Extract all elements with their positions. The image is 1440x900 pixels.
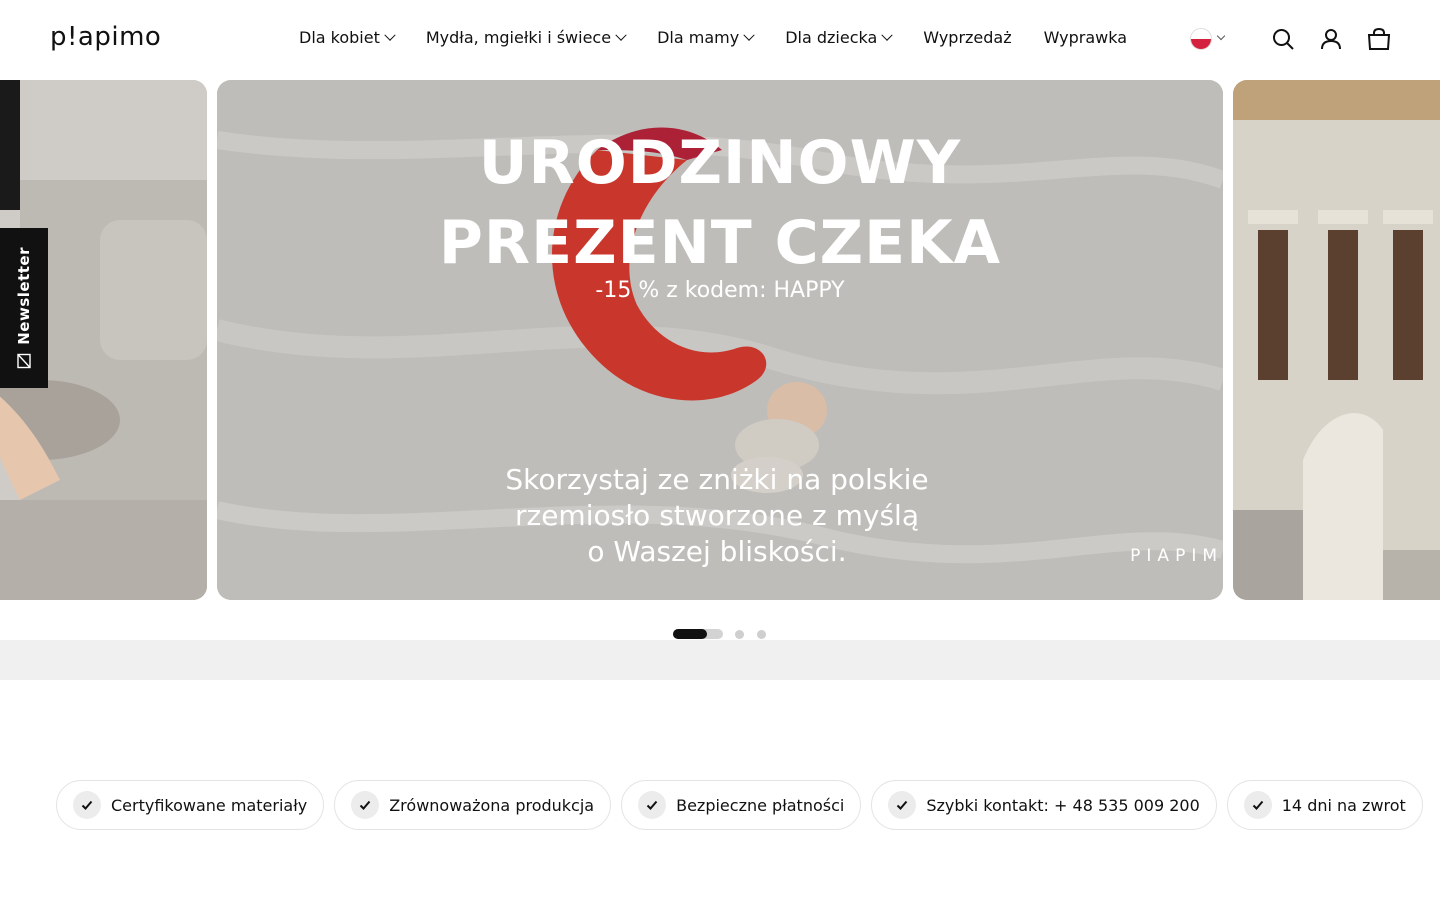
chevron-down-icon: [881, 29, 893, 41]
hero-body-text: Skorzystaj ze zniżki na polskie rzemiosł…: [467, 462, 967, 570]
newsletter-label: Newsletter: [15, 247, 33, 345]
site-logo[interactable]: p!apimo: [50, 22, 161, 52]
trust-badge-label: Certyfikowane materiały: [111, 795, 308, 815]
trust-badge-label: Zrównoważona produkcja: [389, 795, 595, 815]
section-divider-band: [0, 640, 1440, 680]
nav-item-dla-kobiet[interactable]: Dla kobiet: [299, 28, 396, 47]
trust-badge: 14 dni na zwrot: [1226, 780, 1423, 830]
nav-item-wyprzedaz[interactable]: Wyprzedaż: [923, 28, 1011, 47]
hero-body-line2: rzemiosło stworzone z myślą: [515, 499, 919, 532]
slide-image: [1233, 80, 1440, 600]
nav-item-mydla[interactable]: Mydła, mgiełki i świece: [425, 28, 627, 47]
hero-headline-line1: URODZINOWY: [478, 128, 962, 198]
nav-item-label: Wyprzedaż: [923, 28, 1012, 47]
trust-badge: Certyfikowane materiały: [56, 780, 325, 830]
slider-dot-3[interactable]: [757, 629, 766, 639]
trust-badge-label: Bezpieczne płatności: [676, 795, 845, 815]
nav-item-dla-mamy[interactable]: Dla mamy: [657, 28, 755, 47]
cart-icon: [1367, 27, 1391, 50]
slide-next[interactable]: [1233, 80, 1440, 600]
trust-badge: Szybki kontakt: + 48 535 009 200: [871, 780, 1217, 830]
search-button[interactable]: [1268, 24, 1298, 54]
check-icon: [1243, 791, 1272, 819]
slider-dot-2[interactable]: [735, 629, 744, 639]
chevron-down-icon: [615, 29, 627, 41]
hero-body-line3: o Waszej bliskości.: [587, 535, 847, 568]
trust-badge: Bezpieczne płatności: [621, 780, 862, 830]
nav-item-wyprawka[interactable]: Wyprawka: [1044, 28, 1127, 47]
nav-item-label: Dla mamy: [657, 28, 740, 47]
trust-badges: Certyfikowane materiały Zrównoważona pro…: [56, 780, 1433, 830]
trust-badge-label: Szybki kontakt: + 48 535 009 200: [926, 795, 1200, 815]
slider-dot-1[interactable]: [673, 629, 723, 639]
check-icon: [351, 791, 380, 819]
search-icon: [1273, 29, 1294, 50]
check-icon: [73, 791, 101, 819]
nav-item-dla-dziecka[interactable]: Dla dziecka: [785, 28, 893, 47]
hero-slider[interactable]: URODZINOWY PREZENT CZEKA -15 % z kodem: …: [0, 80, 1440, 600]
slide-active[interactable]: URODZINOWY PREZENT CZEKA -15 % z kodem: …: [217, 80, 1223, 600]
header-actions: [1190, 24, 1394, 54]
nav-item-label: Wyprawka: [1043, 28, 1128, 47]
account-icon: [1321, 29, 1341, 50]
language-flag-icon[interactable]: [1190, 28, 1212, 50]
chevron-down-icon: [743, 29, 755, 41]
nav-item-label: Dla dziecka: [785, 28, 878, 47]
chevron-down-icon[interactable]: [1216, 31, 1226, 41]
newsletter-tab[interactable]: Newsletter: [0, 228, 48, 388]
hero-headline-line2: PREZENT CZEKA: [438, 208, 1002, 278]
hero-subheadline: -15 % z kodem: HAPPY: [595, 278, 845, 303]
chevron-down-icon: [384, 29, 396, 41]
mail-icon: [17, 353, 31, 369]
cart-button[interactable]: [1364, 24, 1394, 54]
hero-body-line1: Skorzystaj ze zniżki na polskie: [505, 463, 929, 496]
nav-item-label: Mydła, mgiełki i świece: [425, 28, 612, 47]
main-nav: Dla kobiet Mydła, mgiełki i świece Dla m…: [299, 28, 1159, 47]
brand-watermark: PIAPIM: [1130, 546, 1223, 566]
trust-badge: Zrównoważona produkcja: [334, 780, 612, 830]
nav-item-label: Dla kobiet: [299, 28, 380, 47]
trust-badge-label: 14 dni na zwrot: [1281, 795, 1406, 815]
slider-pagination: [673, 629, 779, 639]
check-icon: [638, 791, 667, 819]
site-header: p!apimo Dla kobiet Mydła, mgiełki i świe…: [0, 0, 1440, 80]
account-button[interactable]: [1316, 24, 1346, 54]
check-icon: [888, 791, 917, 819]
